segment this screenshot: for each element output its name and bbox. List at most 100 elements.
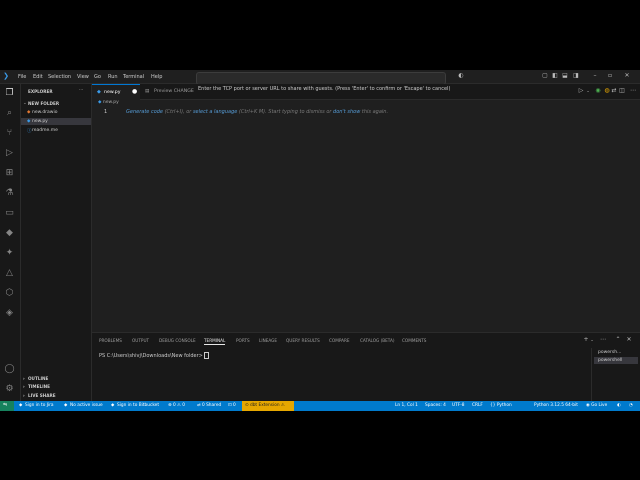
go-live-button[interactable]: ◉ Go Live	[586, 403, 607, 408]
tab-newpy[interactable]: ◆ new.py ●	[92, 84, 140, 100]
jira-sign-in[interactable]: Sign in to Jira	[25, 403, 54, 408]
tab-terminal[interactable]: TERMINAL	[204, 338, 226, 345]
settings-gear-icon[interactable]: ⚙	[4, 384, 15, 395]
chevron-right-icon[interactable]: ›	[23, 384, 25, 389]
tab-ports[interactable]: PORTS	[236, 338, 250, 343]
line-ending[interactable]: CRLF	[472, 403, 483, 408]
more-actions-icon[interactable]: ⋯	[600, 337, 606, 343]
tab-problems[interactable]: PROBLEMS	[99, 338, 122, 343]
search-icon[interactable]: ⌕	[4, 108, 15, 119]
dbt-count-indicator[interactable]: ⊡ 0	[228, 403, 236, 408]
file-item-drawio[interactable]: new.drawio	[32, 110, 57, 115]
database-icon[interactable]: ◈	[4, 308, 15, 319]
live-share-status[interactable]: ⇄ 0 Shared	[197, 403, 221, 408]
drawio-file-icon: ◆	[27, 110, 31, 115]
generate-code-link[interactable]: Generate code	[126, 109, 163, 115]
section-outline[interactable]: OUTLINE	[28, 376, 48, 381]
cursor-position[interactable]: Ln 1, Col 1	[395, 403, 418, 408]
terminal-list: powersh... powershell	[591, 348, 640, 402]
dont-show-link[interactable]: don't show	[333, 109, 360, 115]
toggle-panel-icon[interactable]: ⬓	[562, 73, 568, 79]
breadcrumb[interactable]: ◆ new.py	[98, 100, 119, 105]
select-language-link[interactable]: select a language	[193, 109, 237, 115]
run-debug-icon[interactable]: ▷	[4, 148, 15, 159]
hint-text: (Ctrl+K M). Start typing to dismiss or	[237, 109, 334, 115]
toggle-secondary-sidebar-icon[interactable]: ◨	[573, 73, 579, 79]
maximize-panel-icon[interactable]: ⌃	[615, 337, 621, 343]
copilot-status-icon[interactable]: ◐	[617, 403, 621, 408]
run-dropdown-icon[interactable]: ⌄	[585, 88, 591, 94]
notifications-bell-icon[interactable]: ◔	[629, 403, 633, 408]
unsaved-dot-icon[interactable]: ●	[132, 88, 137, 95]
dbt-icon[interactable]: ⬡	[4, 288, 15, 299]
breadcrumb-file[interactable]: new.py	[103, 100, 119, 105]
toggle-sidebar-icon[interactable]: ◧	[552, 73, 558, 79]
indentation[interactable]: Spaces: 4	[425, 403, 446, 408]
more-actions-icon[interactable]: ···	[79, 88, 83, 93]
chevron-right-icon[interactable]: ›	[23, 393, 25, 398]
terminal-dropdown-icon[interactable]: ⌄	[589, 337, 595, 343]
tab-comments[interactable]: COMMENTS	[402, 338, 426, 343]
extensions-icon[interactable]: ⊞	[4, 168, 15, 179]
copilot-chat-icon[interactable]: ✦	[4, 248, 15, 259]
preview-icon: ▤	[145, 89, 150, 94]
bitbucket-sign-in[interactable]: Sign in to Bitbucket	[117, 403, 159, 408]
close-panel-icon[interactable]: ✕	[626, 337, 632, 343]
remote-icon: ⇋	[3, 402, 8, 408]
python-interpreter[interactable]: Python 3.12.5 64-bit	[534, 403, 578, 408]
split-editor-icon[interactable]: ◫	[619, 88, 625, 94]
tab-output[interactable]: OUTPUT	[132, 338, 149, 343]
atlassian-icon[interactable]: △	[4, 268, 15, 279]
layout-icon[interactable]: ▢	[542, 73, 548, 79]
active-issue[interactable]: No active issue	[70, 403, 103, 408]
testing-icon[interactable]: ⚗	[4, 188, 15, 199]
dbt-extension-status[interactable]: ⊙ dbt Extension ⚠	[242, 401, 294, 411]
menu-help[interactable]: Help	[151, 74, 162, 80]
live-share-icon[interactable]: ◉	[595, 88, 601, 94]
run-python-icon[interactable]: ▷	[578, 88, 584, 94]
menu-view[interactable]: View	[77, 74, 89, 80]
vscode-logo-icon: ❯	[3, 72, 9, 80]
remote-indicator[interactable]: ⇋	[0, 401, 14, 411]
compare-icon[interactable]: ⇄	[611, 88, 617, 94]
account-icon[interactable]: ◯	[4, 364, 15, 375]
copilot-icon[interactable]: ◐	[458, 73, 464, 79]
minimize-icon[interactable]: –	[592, 73, 598, 79]
chevron-right-icon[interactable]: ›	[23, 376, 25, 381]
menu-selection[interactable]: Selection	[48, 74, 71, 80]
menu-run[interactable]: Run	[108, 74, 118, 80]
chevron-down-icon[interactable]: ⌄	[23, 101, 27, 106]
python-icon[interactable]: ◆	[4, 228, 15, 239]
tab-compare[interactable]: COMPARE	[329, 338, 350, 343]
close-icon[interactable]: ✕	[624, 73, 630, 79]
terminal-prompt-line[interactable]: PS C:\Users\shivj\Downloads\New folder>	[99, 352, 210, 359]
source-control-icon[interactable]: ⑂	[4, 128, 15, 139]
language-mode[interactable]: {} Python	[490, 403, 512, 408]
problems-indicator[interactable]: ⊗ 0 ⚠ 0	[168, 403, 185, 408]
maximize-icon[interactable]: ▫	[607, 73, 613, 79]
tab-query-results[interactable]: QUERY RESULTS	[286, 338, 320, 343]
terminal-item[interactable]: powersh...	[594, 349, 638, 356]
menu-file[interactable]: File	[18, 74, 26, 80]
tab-lineage[interactable]: LINEAGE	[259, 338, 277, 343]
status-bar: ⇋ ◆ Sign in to Jira ◆ No active issue ◆ …	[0, 401, 640, 411]
menu-go[interactable]: Go	[94, 74, 101, 80]
python-file-icon: ◆	[27, 119, 31, 124]
tab-catalog[interactable]: CATALOG (BETA)	[360, 338, 395, 343]
file-item-newpy[interactable]: new.py	[32, 119, 48, 124]
tab-debug-console[interactable]: DEBUG CONSOLE	[159, 338, 196, 343]
python-file-icon: ◆	[97, 89, 101, 95]
encoding[interactable]: UTF-8	[452, 403, 465, 408]
folder-name[interactable]: NEW FOLDER	[28, 101, 59, 106]
section-live-share[interactable]: LIVE SHARE	[28, 393, 56, 398]
more-actions-icon[interactable]: ⋯	[630, 88, 636, 94]
explorer-icon[interactable]: ❐	[4, 88, 15, 99]
dbt-run-icon[interactable]: ◍	[604, 88, 610, 94]
section-timeline[interactable]: TIMELINE	[28, 384, 50, 389]
menu-edit[interactable]: Edit	[33, 74, 43, 80]
terminal-item[interactable]: powershell	[594, 357, 638, 364]
tab-preview-change[interactable]: Preview CHANGE	[154, 89, 194, 94]
remote-explorer-icon[interactable]: ▭	[4, 208, 15, 219]
menu-terminal[interactable]: Terminal	[123, 74, 144, 80]
file-item-readme[interactable]: readme.me	[32, 128, 58, 133]
